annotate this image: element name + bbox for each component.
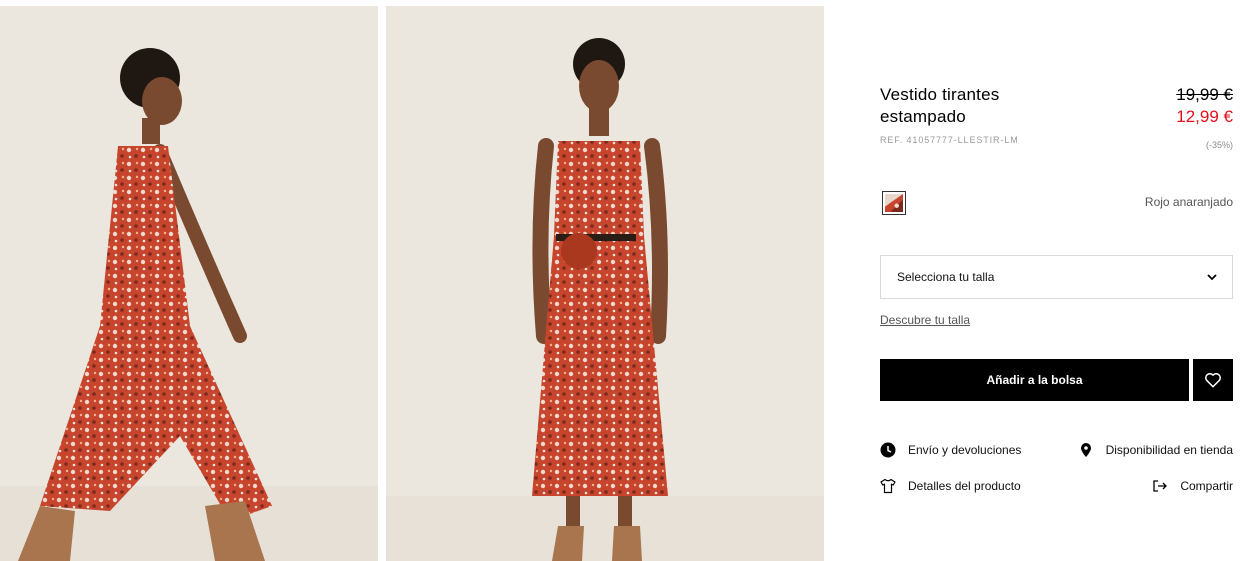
product-photo-side[interactable] [0, 6, 378, 561]
heart-icon [1205, 372, 1221, 388]
store-availability-link[interactable]: Disponibilidad en tienda [1078, 442, 1233, 458]
clock-icon [880, 442, 896, 458]
product-reference: REF. 41057777-LLESTIR-LM [880, 135, 1019, 145]
share-icon [1153, 480, 1168, 492]
size-select[interactable]: Selecciona tu talla [880, 255, 1233, 299]
share-link[interactable]: Compartir [1152, 478, 1233, 494]
photo-side-illustration [0, 6, 378, 561]
tshirt-icon [880, 478, 896, 494]
product-photo-front[interactable] [386, 6, 824, 561]
product-title: Vestido tirantes estampado [880, 85, 1000, 126]
add-to-bag-button[interactable]: Añadir a la bolsa [880, 359, 1189, 401]
product-info-panel: Vestido tirantes estampado REF. 41057777… [880, 0, 1233, 561]
size-guide-link[interactable]: Descubre tu talla [880, 313, 970, 327]
size-select-label: Selecciona tu talla [897, 270, 995, 284]
location-pin-icon [1080, 443, 1091, 457]
chevron-down-icon [1207, 274, 1217, 281]
discount-badge: (-35%) [1205, 140, 1233, 150]
print-swatch-icon [885, 194, 903, 212]
original-price: 19,99 € [1176, 85, 1233, 104]
shipping-returns-label: Envío y devoluciones [908, 443, 1022, 457]
sale-price: 12,99 € [1176, 107, 1233, 126]
product-details-label: Detalles del producto [908, 479, 1021, 493]
photo-front-illustration [386, 6, 824, 561]
store-availability-label: Disponibilidad en tienda [1105, 443, 1233, 457]
shipping-returns-link[interactable]: Envío y devoluciones [880, 442, 1021, 458]
product-details-link[interactable]: Detalles del producto [880, 478, 1021, 494]
color-swatch[interactable] [882, 191, 906, 215]
favorite-button[interactable] [1193, 359, 1233, 401]
color-name: Rojo anaranjado [1144, 195, 1233, 209]
share-label: Compartir [1180, 479, 1233, 493]
